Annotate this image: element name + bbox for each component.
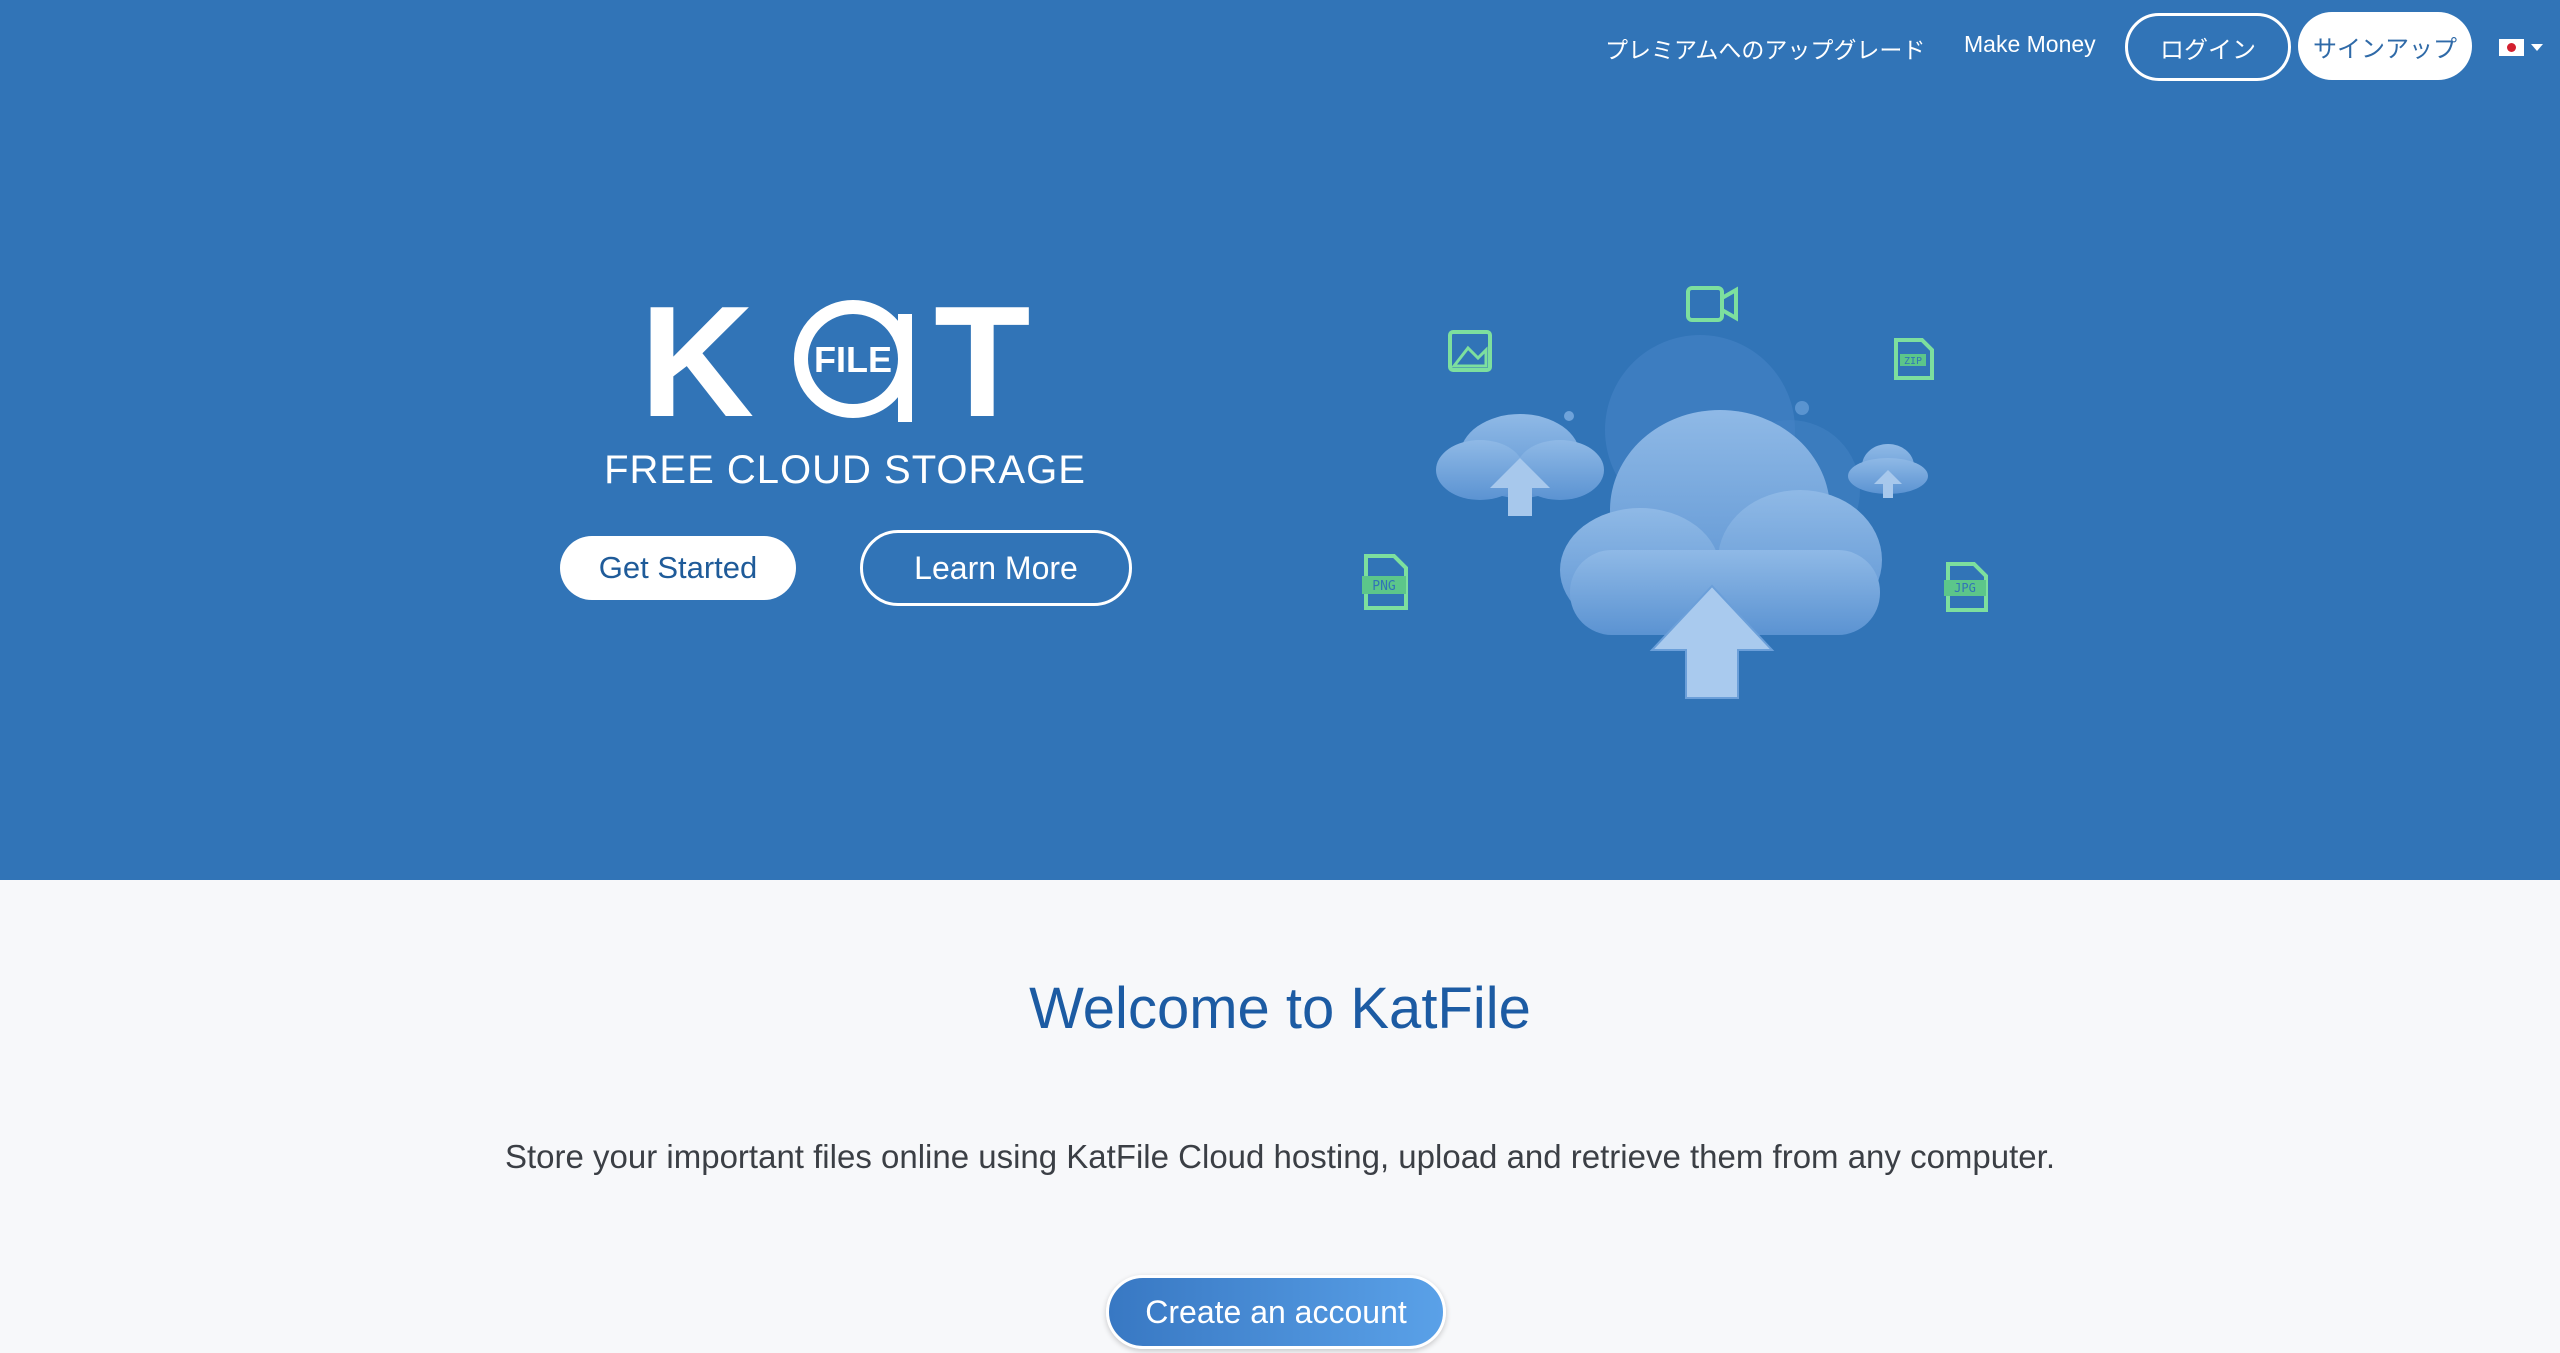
welcome-heading: Welcome to KatFile	[1029, 976, 1531, 1041]
small-cloud-left	[1436, 414, 1604, 516]
zip-file-icon: ZIP	[1894, 338, 1934, 380]
video-camera-icon	[1686, 286, 1738, 322]
learn-more-button[interactable]: Learn More	[860, 530, 1132, 606]
language-selector[interactable]	[2499, 36, 2551, 58]
logo-file-text: FILE	[814, 339, 892, 380]
create-account-button[interactable]: Create an account	[1106, 1275, 1446, 1349]
image-file-icon	[1448, 330, 1492, 372]
login-button[interactable]: ログイン	[2125, 13, 2291, 81]
logo-letter-k: K	[640, 296, 754, 426]
png-file-icon: PNG	[1362, 554, 1408, 610]
signup-button[interactable]: サインアップ	[2298, 12, 2472, 80]
small-cloud-right	[1848, 444, 1928, 498]
hero-tagline: FREE CLOUD STORAGE	[604, 448, 1086, 492]
hero-section: プレミアムへのアップグレード Make Money ログイン サインアップ K …	[0, 0, 2560, 880]
caret-down-icon	[2531, 43, 2543, 51]
jpg-label: JPG	[1954, 581, 1976, 595]
welcome-description: Store your important files online using …	[505, 1138, 2055, 1175]
get-started-button[interactable]: Get Started	[560, 536, 796, 600]
upgrade-premium-link[interactable]: プレミアムへのアップグレード	[1605, 31, 1925, 65]
logo-a-circle: FILE	[794, 300, 912, 422]
jpg-file-icon: JPG	[1944, 562, 1988, 612]
japan-flag-icon	[2499, 38, 2524, 56]
katfile-logo: K FILE T	[640, 296, 1031, 426]
zip-label: ZIP	[1904, 356, 1922, 367]
make-money-link[interactable]: Make Money	[1964, 31, 2096, 58]
logo-letter-t: T	[934, 296, 1031, 426]
cloud-upload-illustration: ZIP PNG JPG	[1362, 286, 1988, 699]
png-label: PNG	[1372, 579, 1396, 594]
